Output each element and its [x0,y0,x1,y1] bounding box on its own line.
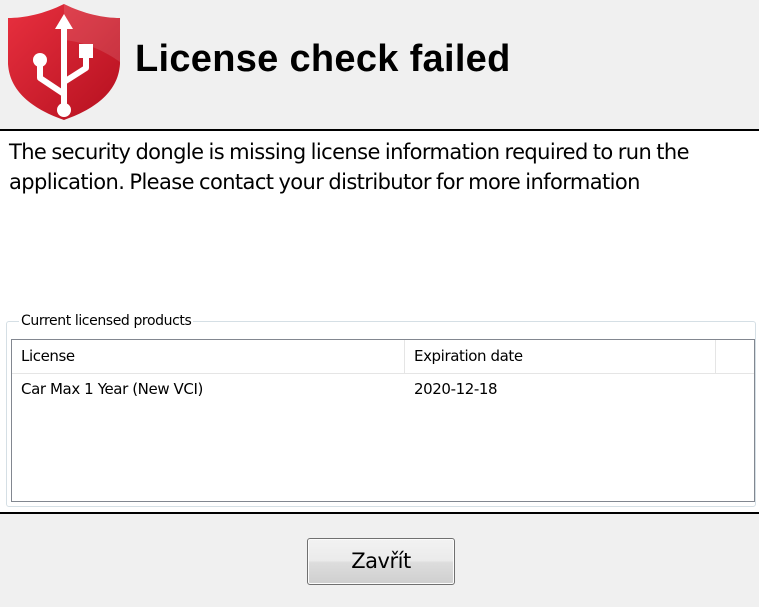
column-header-filler [716,340,754,373]
licenses-list[interactable]: License Expiration date Car Max 1 Year (… [11,339,755,502]
shield-usb-icon [8,4,120,120]
column-header-license[interactable]: License [12,340,405,373]
expiration-date: 2020-12-18 [414,380,498,398]
list-header: License Expiration date [12,340,754,374]
column-header-expiration-date[interactable]: Expiration date [405,340,716,373]
dialog-header: License check failed [0,0,759,131]
list-item[interactable]: Car Max 1 Year (New VCI) 2020-12-18 [12,374,754,404]
dialog-footer: Zavřít [0,514,759,607]
groupbox-label: Current licensed products [19,311,194,331]
license-name: Car Max 1 Year (New VCI) [21,380,203,398]
dialog-title: License check failed [135,38,511,80]
close-button[interactable]: Zavřít [307,538,455,585]
error-message: The security dongle is missing license i… [9,140,690,194]
